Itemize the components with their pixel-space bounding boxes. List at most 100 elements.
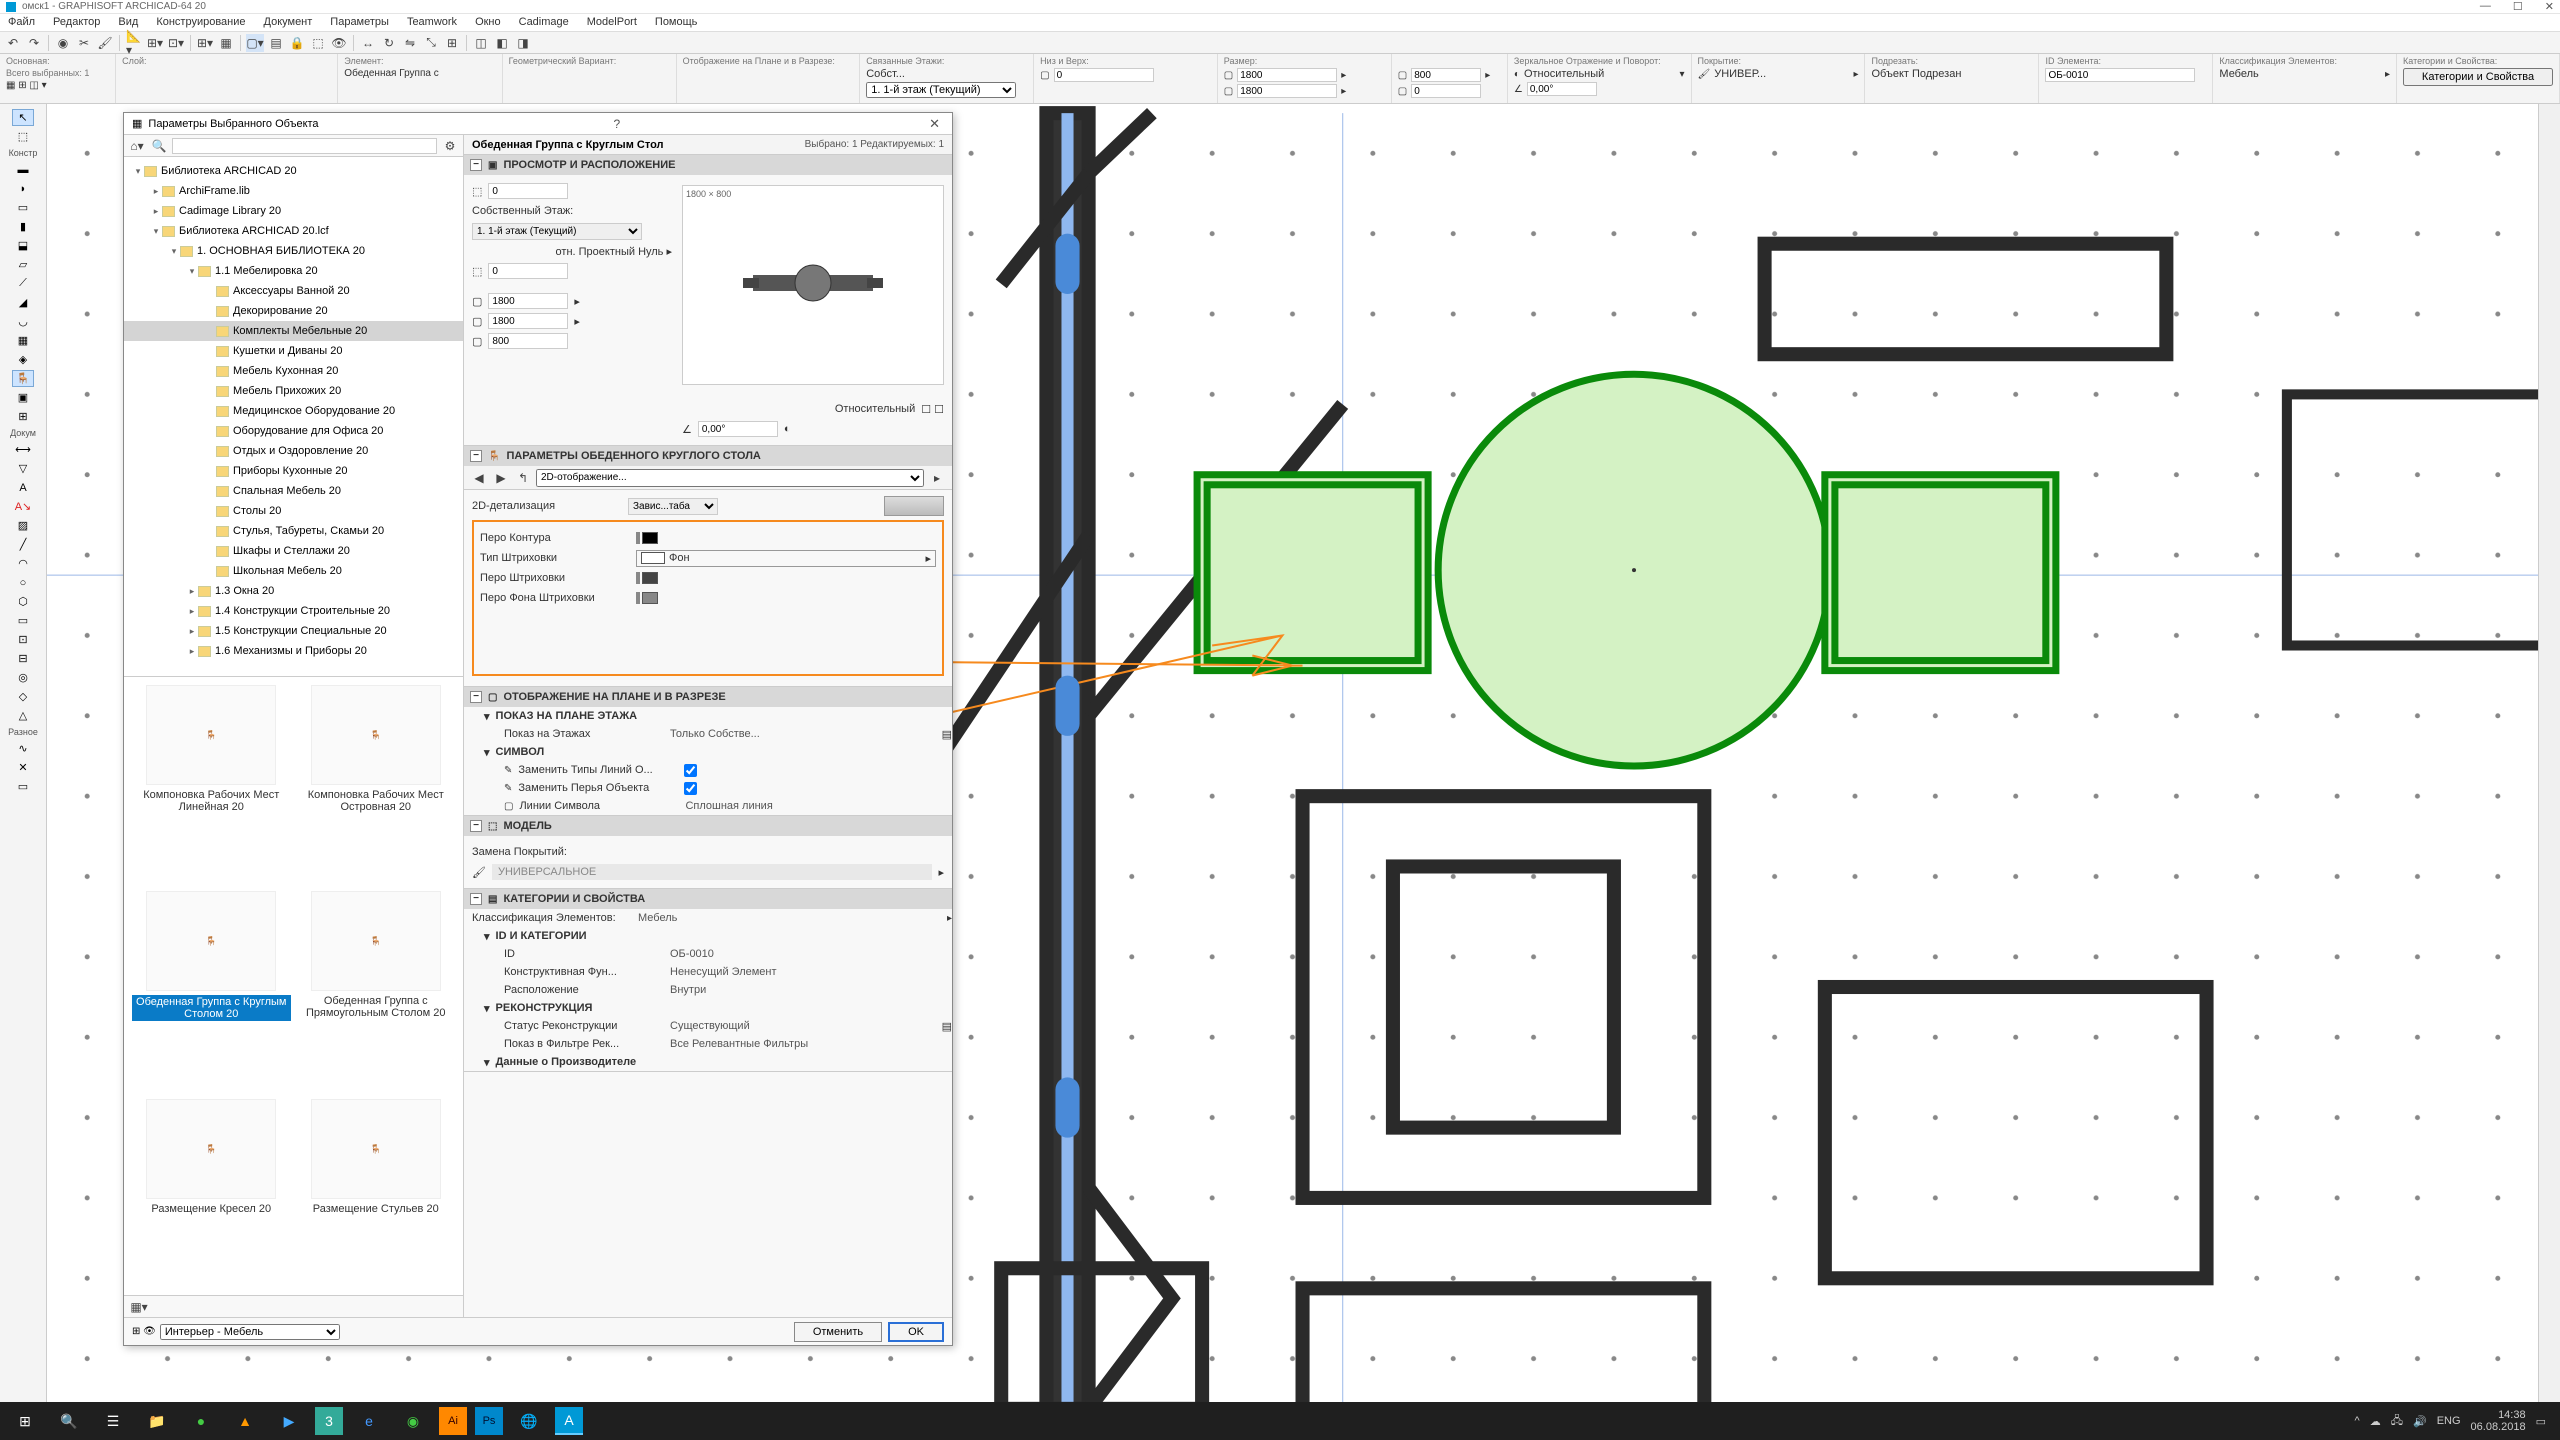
slab-tool[interactable]: ▱	[12, 256, 34, 273]
tree-item[interactable]: Комплекты Мебельные 20	[124, 321, 463, 341]
door-tool[interactable]: ◗	[12, 180, 34, 197]
view-button[interactable]: 👁	[330, 34, 348, 52]
tree-item[interactable]: ▸1.4 Конструкции Строительные 20	[124, 601, 463, 621]
own-floor-select[interactable]: 1. 1-й этаж (Текущий)	[472, 223, 642, 240]
tree-item[interactable]: Декорирование 20	[124, 301, 463, 321]
label-tool[interactable]: A↘	[12, 498, 34, 515]
menu-cadimage[interactable]: Cadimage	[519, 16, 569, 29]
menu-параметры[interactable]: Параметры	[330, 16, 389, 29]
tray-clock[interactable]: 14:3806.08.2018	[2471, 1409, 2526, 1433]
chrome-icon[interactable]: 🌐	[508, 1404, 550, 1438]
section-display-header[interactable]: −▢ ОТОБРАЖЕНИЕ НА ПЛАНЕ И В РАЗРЕЗЕ	[464, 687, 952, 707]
tray-cloud-icon[interactable]: ☁	[2370, 1415, 2381, 1428]
window-tool[interactable]: ▭	[12, 199, 34, 216]
opt3-button[interactable]: ◨	[514, 34, 532, 52]
system-tray[interactable]: ^ ☁ 🖧 🔊 ENG 14:3806.08.2018 ▭	[2355, 1409, 2556, 1433]
tree-item[interactable]: Спальная Мебель 20	[124, 481, 463, 501]
text-tool[interactable]: A	[12, 479, 34, 496]
layer-button[interactable]: ▤	[267, 34, 285, 52]
rotate-button[interactable]: ↻	[380, 34, 398, 52]
nav-fwd[interactable]: ▶	[492, 469, 510, 487]
close-button[interactable]: ✕	[2545, 0, 2554, 13]
fill-tool[interactable]: ▨	[12, 517, 34, 534]
h-input[interactable]	[488, 333, 568, 349]
tray-notif-icon[interactable]: ▭	[2536, 1415, 2546, 1428]
library-gallery[interactable]: 🪑Компоновка Рабочих Мест Линейная 20🪑Ком…	[124, 677, 463, 1295]
3d-button[interactable]: ⬚	[309, 34, 327, 52]
section-categories-header[interactable]: −▤ КАТЕГОРИИ И СВОЙСТВА	[464, 889, 952, 909]
menu-конструирование[interactable]: Конструирование	[156, 16, 245, 29]
cancel-button[interactable]: Отменить	[794, 1322, 882, 1342]
shell-tool[interactable]: ◡	[12, 313, 34, 330]
dialog-help-button[interactable]: ?	[613, 117, 620, 131]
poly-tool[interactable]: ⬡	[12, 593, 34, 610]
tree-item[interactable]: Кушетки и Диваны 20	[124, 341, 463, 361]
object-preview[interactable]	[682, 185, 944, 385]
tree-item[interactable]: ▾Библиотека ARCHICAD 20.lcf	[124, 221, 463, 241]
layer-select[interactable]: Интерьер - Мебель	[160, 1324, 340, 1340]
undo-button[interactable]: ↶	[4, 34, 22, 52]
minimize-button[interactable]: —	[2480, 0, 2491, 13]
w-input[interactable]	[488, 293, 568, 309]
mirror-button[interactable]: ⇋	[401, 34, 419, 52]
gallery-item[interactable]: 🪑Компоновка Рабочих Мест Островная 20	[297, 685, 456, 885]
info-floor-select[interactable]: 1. 1-й этаж (Текущий)	[866, 82, 1016, 98]
pen-hatch-picker[interactable]	[636, 572, 658, 584]
lib-settings-button[interactable]: ⚙	[441, 137, 459, 155]
classif-value[interactable]: Мебель	[638, 912, 941, 924]
info-size-a[interactable]	[1237, 68, 1337, 82]
tree-item[interactable]: Столы 20	[124, 501, 463, 521]
tree-item[interactable]: Стулья, Табуреты, Скамьи 20	[124, 521, 463, 541]
roof-tool[interactable]: ◢	[12, 294, 34, 311]
recon-filter-value[interactable]: Все Релевантные Фильтры	[670, 1038, 952, 1050]
info-cats-button[interactable]: Категории и Свойства	[2403, 68, 2553, 86]
elev-input[interactable]	[488, 183, 568, 199]
menu-документ[interactable]: Документ	[264, 16, 313, 29]
sym3-value[interactable]: Сплошная линия	[685, 800, 952, 812]
tree-item[interactable]: Оборудование для Офиса 20	[124, 421, 463, 441]
tree-item[interactable]: ▸1.3 Окна 20	[124, 581, 463, 601]
arrow-tool[interactable]: ↖	[12, 109, 34, 126]
search-button[interactable]: 🔍	[48, 1404, 90, 1438]
gallery-item[interactable]: 🪑Обеденная Группа с Прямоугольным Столом…	[297, 891, 456, 1093]
section-preview-header[interactable]: −▣ ПРОСМОТР И РАСПОЛОЖЕНИЕ	[464, 155, 952, 175]
tray-up-icon[interactable]: ^	[2355, 1415, 2360, 1427]
detail-tool[interactable]: ◎	[12, 669, 34, 686]
pick-button[interactable]: ◉	[54, 34, 72, 52]
maximize-button[interactable]: ☐	[2513, 0, 2523, 13]
dim-tool[interactable]: ⟷	[12, 441, 34, 458]
menu-teamwork[interactable]: Teamwork	[407, 16, 457, 29]
paint-button[interactable]: 🖌	[96, 34, 114, 52]
redo-button[interactable]: ↷	[25, 34, 43, 52]
morph-tool[interactable]: ◈	[12, 351, 34, 368]
menu-файл[interactable]: Файл	[8, 16, 35, 29]
tree-item[interactable]: Школьная Мебель 20	[124, 561, 463, 581]
grid-button[interactable]: ⊞▾	[196, 34, 214, 52]
info-bottom-input[interactable]	[1054, 68, 1154, 82]
tree-item[interactable]: Мебель Прихожих 20	[124, 381, 463, 401]
tree-item[interactable]: Аксессуары Ванной 20	[124, 281, 463, 301]
sym2-check[interactable]	[684, 782, 697, 795]
cut-button[interactable]: ✂	[75, 34, 93, 52]
detail-select[interactable]: Завис...таба	[628, 498, 718, 515]
app-green2-icon[interactable]: ◉	[392, 1404, 434, 1438]
pen-hatchbg-picker[interactable]	[636, 592, 658, 604]
library-tree[interactable]: ▾Библиотека ARCHICAD 20▸ArchiFrame.lib▸C…	[124, 157, 463, 677]
elev-tool[interactable]: ⊟	[12, 650, 34, 667]
zone-tool[interactable]: ▣	[12, 389, 34, 406]
beam-tool[interactable]: ⬓	[12, 237, 34, 254]
menu-помощь[interactable]: Помощь	[655, 16, 698, 29]
archicad-taskbar-icon[interactable]: A	[555, 1407, 583, 1435]
ok-button[interactable]: OK	[888, 1322, 944, 1342]
hotspot-tool[interactable]: ✕	[12, 759, 34, 776]
tree-item[interactable]: ▸ArchiFrame.lib	[124, 181, 463, 201]
section-params-header[interactable]: −🪑 ПАРАМЕТРЫ ОБЕДЕННОГО КРУГЛОГО СТОЛА	[464, 446, 952, 466]
tray-vol-icon[interactable]: 🔊	[2413, 1415, 2427, 1428]
recon-status-value[interactable]: Существующий	[670, 1020, 936, 1032]
opt1-button[interactable]: ◫	[472, 34, 490, 52]
info-element-value[interactable]: Обеденная Группа с	[344, 68, 495, 79]
hatch-type-picker[interactable]: Фон▸	[636, 550, 936, 567]
start-button[interactable]: ⊞	[4, 1404, 46, 1438]
stair-tool[interactable]: ⟋	[12, 275, 34, 292]
marquee-tool[interactable]: ⬚	[12, 128, 34, 145]
